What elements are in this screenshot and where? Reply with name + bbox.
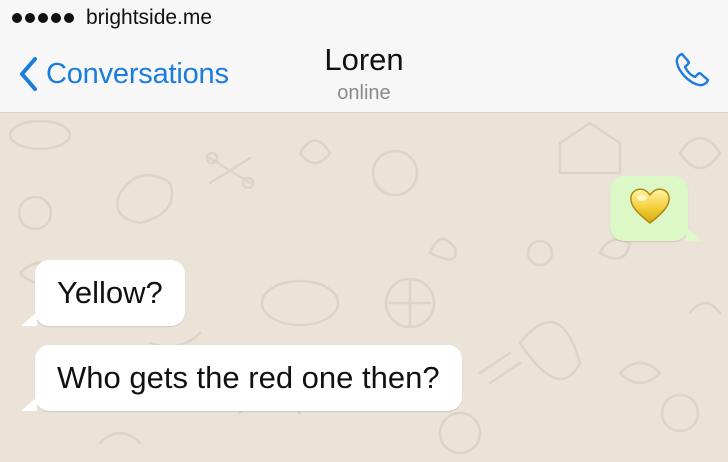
call-button[interactable] (672, 50, 712, 95)
yellow-heart-icon (630, 188, 670, 224)
status-bar: brightside.me (0, 0, 728, 36)
signal-strength-icon (12, 13, 74, 23)
incoming-message[interactable]: Who gets the red one then? (21, 345, 462, 411)
phone-icon (675, 52, 710, 87)
contact-status: online (337, 82, 391, 104)
carrier-name: brightside.me (86, 6, 213, 29)
contact-name[interactable]: Loren (0, 42, 728, 78)
incoming-message[interactable]: Yellow? (21, 260, 185, 326)
message-text: Yellow? (57, 275, 163, 310)
message-text: Who gets the red one then? (57, 360, 440, 395)
chat-header: Conversations Loren online (0, 36, 728, 113)
outgoing-message[interactable] (610, 176, 702, 241)
message-area[interactable]: Yellow? Who gets the red one then? (0, 113, 728, 462)
